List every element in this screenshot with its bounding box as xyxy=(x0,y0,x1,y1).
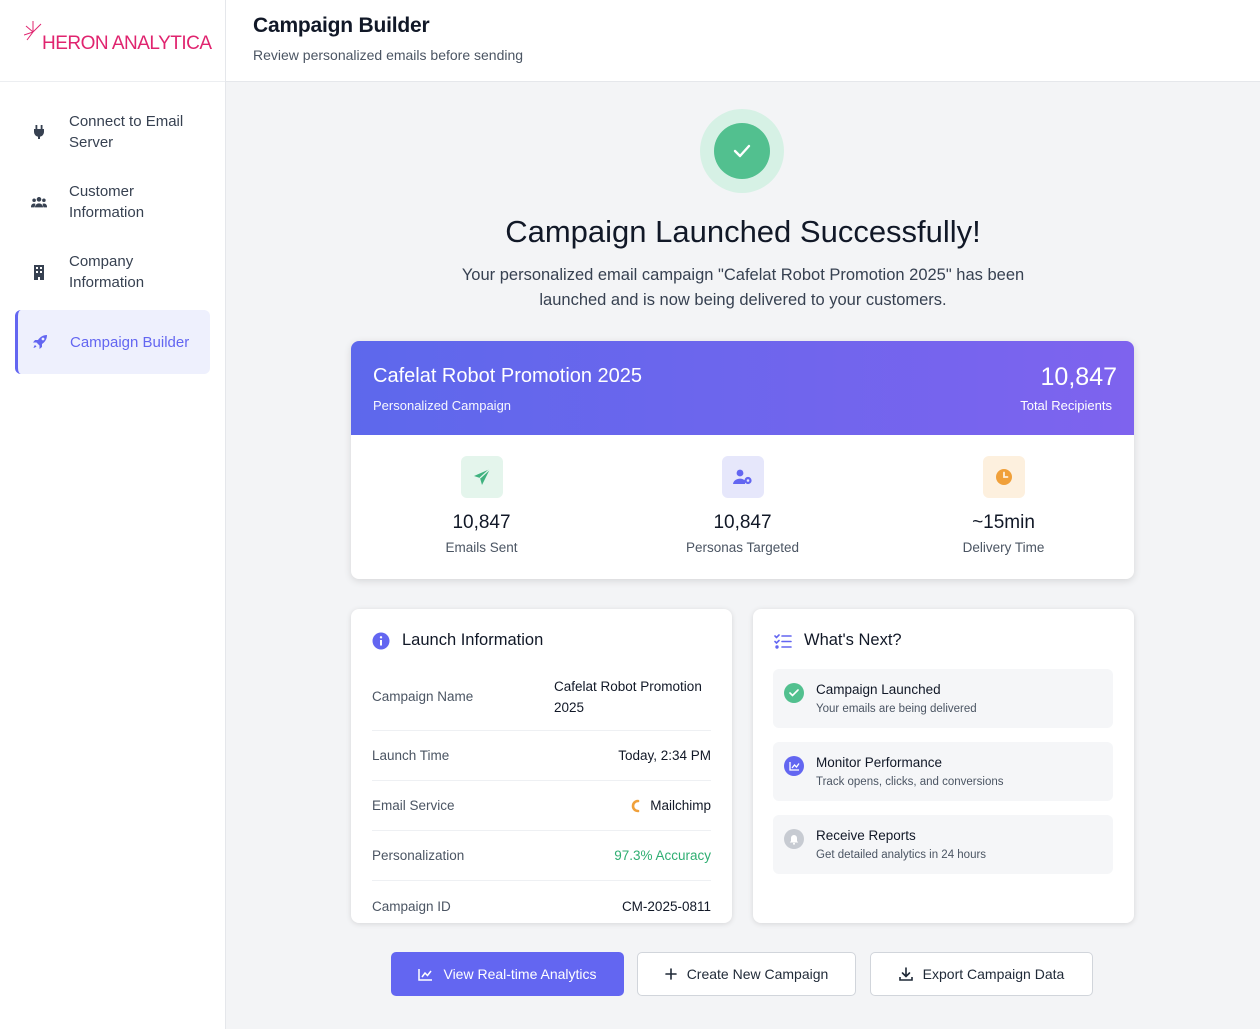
brand-logo[interactable]: HERON ANALYTICA xyxy=(0,0,225,82)
building-icon xyxy=(31,264,47,280)
success-message: Your personalized email campaign "Cafela… xyxy=(461,266,1025,309)
logo-burst-icon xyxy=(24,21,42,41)
info-label: Personalization xyxy=(372,848,465,863)
info-row-email-service: Email Service Mailchimp xyxy=(372,781,711,831)
bell-icon xyxy=(784,829,804,849)
chart-line-icon xyxy=(418,968,433,981)
button-label: Create New Campaign xyxy=(686,966,829,982)
info-label: Campaign ID xyxy=(372,898,451,914)
step-receive-reports: Receive Reports Get detailed analytics i… xyxy=(773,815,1113,874)
info-value-wrapper: Mailchimp xyxy=(630,798,711,813)
sidebar-item-label: Company Information xyxy=(69,253,145,291)
campaign-type: Personalized Campaign xyxy=(373,398,512,413)
total-recipients-label: Total Recipients xyxy=(1020,398,1112,413)
page-title: Campaign Builder xyxy=(253,14,430,37)
launch-info-card: Launch Information Campaign Name Cafelat… xyxy=(351,609,732,923)
success-title: Campaign Launched Successfully! xyxy=(505,214,981,249)
create-campaign-button[interactable]: Create New Campaign xyxy=(637,952,856,996)
info-label: Campaign Name xyxy=(372,689,474,704)
campaign-summary-card: Cafelat Robot Promotion 2025 Personalize… xyxy=(351,341,1134,579)
stat-delivery-time: ~15min Delivery Time xyxy=(873,435,1134,579)
launch-info-title: Launch Information xyxy=(402,631,544,649)
sidebar-item-company-info[interactable]: Company Information xyxy=(15,240,210,304)
summary-stats: 10,847 Emails Sent 10,847 Personas Targe… xyxy=(351,435,1134,579)
step-title: Receive Reports xyxy=(816,828,916,843)
success-badge xyxy=(700,109,784,193)
step-title: Monitor Performance xyxy=(816,755,943,770)
sidebar-item-campaign-builder[interactable]: Campaign Builder xyxy=(15,310,210,374)
export-data-button[interactable]: Export Campaign Data xyxy=(870,952,1093,996)
check-icon xyxy=(714,123,770,179)
check-circle-icon xyxy=(784,683,804,703)
stat-value: 10,847 xyxy=(452,512,511,533)
info-row-campaign-id: Campaign ID CM-2025-0811 xyxy=(372,881,711,931)
rocket-icon xyxy=(32,334,48,350)
info-row-campaign-name: Campaign Name Cafelat Robot Promotion 20… xyxy=(372,663,711,731)
stat-label: Emails Sent xyxy=(445,540,518,555)
stat-label: Delivery Time xyxy=(962,540,1045,555)
brand-name: HERON ANALYTICA xyxy=(42,32,212,54)
sidebar-item-label: Connect to Email Server xyxy=(69,113,184,151)
stat-label: Personas Targeted xyxy=(685,540,800,555)
info-row-launch-time: Launch Time Today, 2:34 PM xyxy=(372,731,711,781)
download-icon xyxy=(898,967,913,981)
info-row-personalization: Personalization 97.3% Accuracy xyxy=(372,831,711,881)
button-label: Export Campaign Data xyxy=(922,966,1065,982)
info-value: CM-2025-0811 xyxy=(621,898,711,914)
stat-value: 10,847 xyxy=(713,512,772,533)
step-desc: Get detailed analytics in 24 hours xyxy=(816,849,987,861)
checklist-icon xyxy=(774,633,792,649)
button-label: View Real-time Analytics xyxy=(443,966,597,982)
info-value: Today, 2:34 PM xyxy=(618,748,711,763)
summary-banner: Cafelat Robot Promotion 2025 Personalize… xyxy=(351,341,1134,435)
whats-next-title: What's Next? xyxy=(804,631,902,649)
step-desc: Your emails are being delivered xyxy=(816,703,977,715)
info-label: Launch Time xyxy=(372,748,450,763)
stat-value: ~15min xyxy=(972,512,1035,533)
campaign-name: Cafelat Robot Promotion 2025 xyxy=(373,365,643,387)
mailchimp-icon xyxy=(632,799,640,812)
sidebar: HERON ANALYTICA Connect to Email Server … xyxy=(0,0,226,1029)
plus-icon xyxy=(664,968,677,980)
view-analytics-button[interactable]: View Real-time Analytics xyxy=(391,952,624,996)
info-icon xyxy=(372,632,390,650)
step-monitor-performance: Monitor Performance Track opens, clicks,… xyxy=(773,742,1113,801)
next-steps-list: Campaign Launched Your emails are being … xyxy=(773,669,1113,888)
page-subtitle: Review personalized emails before sendin… xyxy=(253,47,524,63)
whats-next-heading: What's Next? xyxy=(774,631,902,650)
sidebar-item-customer-info[interactable]: Customer Information xyxy=(15,170,210,234)
step-desc: Track opens, clicks, and conversions xyxy=(816,776,1004,788)
stat-emails-sent: 10,847 Emails Sent xyxy=(351,435,612,579)
launch-info-list: Campaign Name Cafelat Robot Promotion 20… xyxy=(372,663,711,931)
info-value: 97.3% Accuracy xyxy=(614,848,711,863)
user-target-icon xyxy=(721,456,764,498)
sidebar-item-label: Customer Information xyxy=(69,183,145,221)
total-recipients: 10,847 xyxy=(1040,363,1117,391)
launch-info-heading: Launch Information xyxy=(372,631,543,650)
step-campaign-launched: Campaign Launched Your emails are being … xyxy=(773,669,1113,728)
clock-icon xyxy=(982,456,1025,498)
sidebar-item-connect-email[interactable]: Connect to Email Server xyxy=(15,100,210,164)
info-value: Mailchimp xyxy=(650,798,711,813)
chart-line-icon xyxy=(784,756,804,776)
whats-next-card: What's Next? Campaign Launched Your emai… xyxy=(753,609,1134,923)
users-icon xyxy=(31,194,47,210)
sidebar-nav: Connect to Email Server Customer Informa… xyxy=(0,82,225,374)
step-title: Campaign Launched xyxy=(816,682,941,697)
main-content: Campaign Launched Successfully! Your per… xyxy=(226,82,1260,1029)
plug-icon xyxy=(31,124,47,140)
info-label: Email Service xyxy=(372,798,455,813)
stat-personas-targeted: 10,847 Personas Targeted xyxy=(612,435,873,579)
page-header: Campaign Builder Review personalized ema… xyxy=(226,0,1260,82)
sidebar-item-label: Campaign Builder xyxy=(70,333,190,351)
paper-plane-icon xyxy=(460,456,503,498)
info-value: Cafelat Robot Promotion 2025 xyxy=(554,678,702,715)
